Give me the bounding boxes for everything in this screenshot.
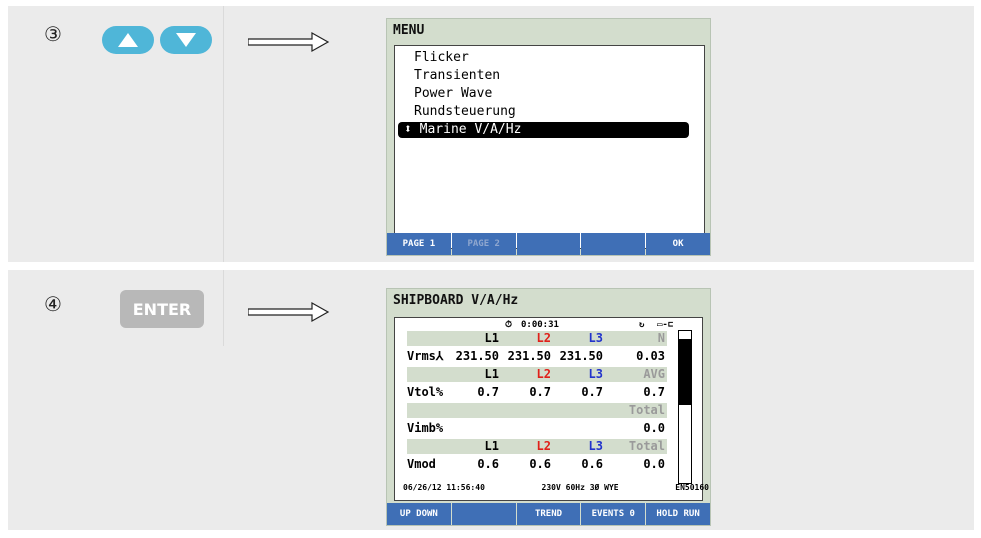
cell-c1: L1	[484, 367, 499, 381]
elapsed-timer: 0:00:31	[521, 320, 559, 330]
fkey-trend[interactable]: TREND	[516, 503, 581, 525]
shipboard-screen: SHIPBOARD V/A/Hz ⏱ 0:00:31 ↻ ▭-⊏ L1 L2 L3 N…	[386, 288, 711, 526]
cell-c4: Total	[628, 403, 665, 417]
fkey-up-down[interactable]: UP DOWN	[387, 503, 451, 525]
step-number: ③	[44, 22, 62, 46]
cell-c3: 0.7	[581, 385, 603, 399]
row-label: Vrms⅄	[407, 349, 444, 363]
cell-c3: L3	[588, 439, 603, 453]
header-line: ⏱ 0:00:31 ↻ ▭-⊏	[495, 320, 705, 330]
battery-plug-icon: ▭-⊏	[657, 320, 674, 330]
cell-c4: 0.0	[643, 421, 665, 435]
fkey-page-1[interactable]: PAGE 1	[387, 233, 451, 255]
fkey-hold-run[interactable]: HOLD RUN	[646, 503, 710, 525]
fkey-ok[interactable]: OK	[646, 233, 710, 255]
cell-c4: 0.03	[636, 349, 665, 363]
cell-c2: 231.50	[507, 349, 551, 363]
updown-icon: ⬍	[404, 122, 420, 137]
step-number: ④	[44, 292, 62, 316]
cell-c2: 0.6	[529, 457, 551, 471]
menu-item-label: Marine V/A/Hz	[419, 122, 522, 137]
scrollbar-thumb[interactable]	[679, 339, 691, 405]
date-time: 06/26/12 11:56:40	[403, 483, 485, 492]
row-label: Vtol%	[407, 385, 444, 399]
cell-c2: 0.7	[529, 385, 551, 399]
right-arrow-icon	[248, 301, 330, 323]
arrow-up-button[interactable]	[102, 26, 154, 54]
cell-c3: L3	[588, 367, 603, 381]
cell-c3: 231.50	[559, 349, 603, 363]
cell-c2: L2	[536, 331, 551, 345]
fkey-empty-2[interactable]	[451, 503, 516, 525]
cell-c2: L2	[536, 367, 551, 381]
divider	[223, 6, 224, 262]
menu-item-power-wave[interactable]: Power Wave	[414, 86, 492, 101]
function-key-bar: PAGE 1 PAGE 2 OK	[387, 233, 710, 255]
measurement-row: Vimb% 0.0	[407, 421, 667, 436]
column-header-row: L1 L2 L3 Total	[407, 439, 667, 454]
cell-c1: L1	[484, 331, 499, 345]
status-bar: 06/26/12 11:56:40 230V 60Hz 3Ø WYE EN501…	[403, 483, 709, 496]
screen-title: SHIPBOARD V/A/Hz	[393, 293, 519, 308]
measurement-row: Vtol% 0.7 0.7 0.7 0.7	[407, 385, 667, 400]
fkey-page-2[interactable]: PAGE 2	[451, 233, 516, 255]
measurement-row: Vrms⅄ 231.50 231.50 231.50 0.03	[407, 349, 667, 364]
cell-c1: L1	[484, 439, 499, 453]
menu-item-rundsteuerung[interactable]: Rundsteuerung	[414, 104, 516, 119]
right-arrow-icon	[248, 31, 330, 53]
enter-button[interactable]: ENTER	[120, 290, 204, 328]
function-key-bar: UP DOWN TREND EVENTS 0 HOLD RUN	[387, 503, 710, 525]
column-header-row: L1 L2 L3 N	[407, 331, 667, 346]
row-label: Vmod	[407, 457, 436, 471]
config-info: 230V 60Hz 3Ø WYE	[541, 483, 619, 492]
timer-icon: ⏱	[505, 320, 513, 330]
column-header-row: Total	[407, 403, 667, 418]
menu-item-marine-selected[interactable]: ⬍ Marine V/A/Hz	[398, 122, 689, 138]
triangle-up-icon	[118, 33, 138, 47]
triangle-down-icon	[176, 33, 196, 47]
standard-label: EN50160	[675, 483, 709, 492]
scrollbar[interactable]	[678, 330, 692, 484]
cell-c1: 0.6	[477, 457, 499, 471]
column-header-row: L1 L2 L3 AVG	[407, 367, 667, 382]
row-label: Vimb%	[407, 421, 444, 435]
fkey-empty-3[interactable]	[516, 233, 581, 255]
menu-list: Flicker Transienten Power Wave Rundsteue…	[394, 45, 705, 249]
clock-icon: ↻	[639, 320, 645, 330]
cell-c3: L3	[588, 331, 603, 345]
menu-screen: MENU Flicker Transienten Power Wave Rund…	[386, 18, 711, 256]
measurement-row: Vmod 0.6 0.6 0.6 0.0	[407, 457, 667, 472]
cell-c2: L2	[536, 439, 551, 453]
step-4-panel: ④ ENTER SHIPBOARD V/A/Hz ⏱ 0:00:31 ↻ ▭-⊏…	[8, 270, 974, 530]
cell-c4: Total	[628, 439, 665, 453]
cell-c1: 231.50	[455, 349, 499, 363]
screen-title: MENU	[393, 23, 425, 38]
fkey-empty-4[interactable]	[581, 233, 646, 255]
cell-c3: 0.6	[581, 457, 603, 471]
measurement-table: ⏱ 0:00:31 ↻ ▭-⊏ L1 L2 L3 N Vrms⅄ 231.50 231.50…	[394, 317, 709, 501]
fkey-events[interactable]: EVENTS 0	[581, 503, 646, 525]
cell-c1: 0.7	[477, 385, 499, 399]
cell-c4: 0.0	[643, 457, 665, 471]
menu-item-flicker[interactable]: Flicker	[414, 50, 469, 65]
cell-c4: N	[657, 331, 665, 345]
cell-c4: AVG	[643, 367, 665, 381]
cell-c4: 0.7	[643, 385, 665, 399]
step-3-panel: ③ MENU Flicker Transienten Power Wave Ru…	[8, 6, 974, 262]
menu-item-transienten[interactable]: Transienten	[414, 68, 500, 83]
divider	[223, 270, 224, 346]
arrow-down-button[interactable]	[160, 26, 212, 54]
